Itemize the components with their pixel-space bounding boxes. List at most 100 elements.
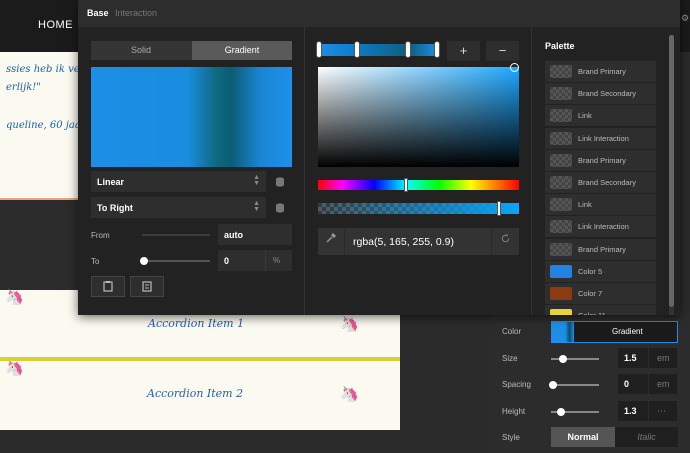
color-swatch [550, 264, 572, 278]
to-unit[interactable]: % [265, 250, 292, 271]
color-swatch [550, 65, 572, 78]
font-style-toggle: Normal Italic [551, 427, 678, 447]
palette-item[interactable]: Color 11 [545, 305, 656, 315]
spacing-unit[interactable]: em [649, 374, 677, 394]
size-label: Size [502, 354, 518, 363]
gear-icon[interactable]: ⚙ [681, 13, 689, 24]
quote-author: queline, 60 jaar [6, 120, 80, 131]
style-italic-button[interactable]: Italic [615, 427, 678, 447]
palette-item[interactable]: Brand Primary [545, 61, 656, 82]
palette-item[interactable]: Link [545, 194, 656, 216]
gradient-type-select[interactable]: Linear ▲ ▼ [91, 171, 266, 192]
color-value: Gradient [612, 327, 643, 336]
palette-item-label: Link [578, 111, 592, 121]
quote-line: ssies heb ik ve [6, 64, 80, 75]
spacing-slider-handle[interactable] [549, 381, 558, 389]
from-slider[interactable] [142, 234, 210, 236]
palette-scrollbar[interactable] [669, 35, 674, 315]
scrollbar-thumb[interactable] [669, 35, 674, 307]
height-slider-handle[interactable] [556, 408, 565, 416]
palette-item-label: Brand Secondary [578, 89, 636, 99]
testimonial-block: ssies heb ik ve erlijk!" queline, 60 jaa… [0, 52, 80, 200]
nav-home-link[interactable]: HOME [38, 19, 73, 31]
saturation-value-picker[interactable] [318, 67, 519, 167]
spacing-slider[interactable] [549, 381, 599, 389]
height-slider[interactable] [551, 408, 599, 416]
remove-stop-button[interactable]: − [486, 41, 519, 61]
alpha-slider-handle[interactable] [496, 201, 501, 216]
hue-slider[interactable] [318, 180, 519, 190]
from-input[interactable]: auto [218, 224, 292, 245]
style-normal-button[interactable]: Normal [551, 427, 615, 447]
palette-item-label: Brand Secondary [578, 178, 636, 187]
accordion-item-1[interactable]: Accordion Item 1 [148, 317, 244, 330]
palette-item[interactable]: Link [545, 105, 656, 127]
size-input[interactable]: 1.5 [618, 348, 648, 368]
palette-item-label: Color 5 [578, 266, 603, 276]
palette-item[interactable]: Brand Secondary [545, 83, 656, 105]
alpha-slider[interactable] [318, 203, 519, 214]
palette-item-label: Color 11 [578, 311, 606, 315]
size-unit[interactable]: em [649, 348, 677, 368]
palette-item-label: Brand Primary [578, 244, 626, 254]
gradient-stop[interactable] [354, 41, 360, 58]
gradient-stops-bar[interactable] [316, 41, 440, 58]
color-swatch [550, 198, 572, 212]
size-slider-handle[interactable] [559, 355, 567, 363]
color-swatch [550, 287, 572, 300]
database-icon[interactable] [274, 202, 286, 214]
tab-base[interactable]: Base [87, 8, 109, 18]
unicorn-icon: 🦄 [340, 316, 359, 333]
gradient-type-value: Linear [97, 177, 125, 187]
quote-line: erlijk!" [6, 82, 41, 93]
database-icon[interactable] [274, 176, 286, 188]
to-slider-handle[interactable] [140, 257, 148, 265]
add-stop-button[interactable]: + [447, 41, 480, 61]
unicorn-icon: 🦄 [5, 289, 24, 306]
color-value-row: rgba(5, 165, 255, 0.9) [318, 228, 519, 255]
paste-button[interactable] [91, 276, 125, 297]
size-slider[interactable] [551, 355, 599, 363]
palette-item[interactable]: Brand Secondary [545, 172, 656, 193]
to-input[interactable]: 0 [218, 250, 265, 271]
color-swatch [550, 309, 572, 315]
height-input[interactable]: 1.3 [618, 401, 648, 421]
gradient-preview [91, 67, 292, 167]
eyedropper-icon[interactable] [318, 228, 345, 255]
palette-item-label: Brand Primary [578, 155, 626, 165]
gradient-stop[interactable] [434, 41, 440, 58]
gradient-mode-button[interactable]: Gradient [192, 41, 292, 60]
color-value-input[interactable]: rgba(5, 165, 255, 0.9) [353, 236, 454, 248]
color-swatch [550, 109, 572, 123]
palette-item[interactable]: Link Interaction [545, 127, 656, 149]
reset-icon[interactable] [491, 228, 519, 255]
unicorn-icon: 🦄 [5, 360, 24, 377]
saturation-value-handle[interactable] [510, 63, 519, 72]
spacing-input[interactable]: 0 [618, 374, 648, 394]
select-arrows-icon: ▲ ▼ [253, 200, 260, 213]
palette-item[interactable]: Brand Primary [545, 238, 656, 260]
gradient-swatch [552, 322, 574, 342]
palette-item-label: Color 7 [578, 289, 603, 298]
color-picker-button[interactable]: Gradient [551, 321, 678, 343]
height-more-button[interactable]: ⋯ [649, 401, 677, 421]
palette-item[interactable]: Brand Primary [545, 149, 656, 171]
from-label: From [91, 231, 110, 240]
hue-slider-handle[interactable] [404, 178, 409, 192]
copy-button[interactable] [130, 276, 164, 297]
palette-item[interactable]: Color 5 [545, 260, 656, 282]
palette-item[interactable]: Link Interaction [545, 216, 656, 238]
gradient-stop[interactable] [316, 41, 322, 58]
to-label: To [91, 257, 100, 266]
accordion-item-2[interactable]: Accordion Item 2 [147, 387, 243, 400]
gradient-direction-select[interactable]: To Right ▲ ▼ [91, 197, 266, 218]
height-label: Height [502, 407, 526, 416]
palette-item[interactable]: Color 7 [545, 283, 656, 304]
gradient-stop[interactable] [405, 41, 411, 58]
tab-interaction[interactable]: Interaction [115, 8, 157, 18]
color-swatch [550, 131, 572, 145]
to-slider[interactable] [140, 257, 210, 265]
color-swatch [550, 176, 572, 189]
solid-mode-button[interactable]: Solid [91, 41, 191, 60]
color-swatch [550, 153, 572, 167]
